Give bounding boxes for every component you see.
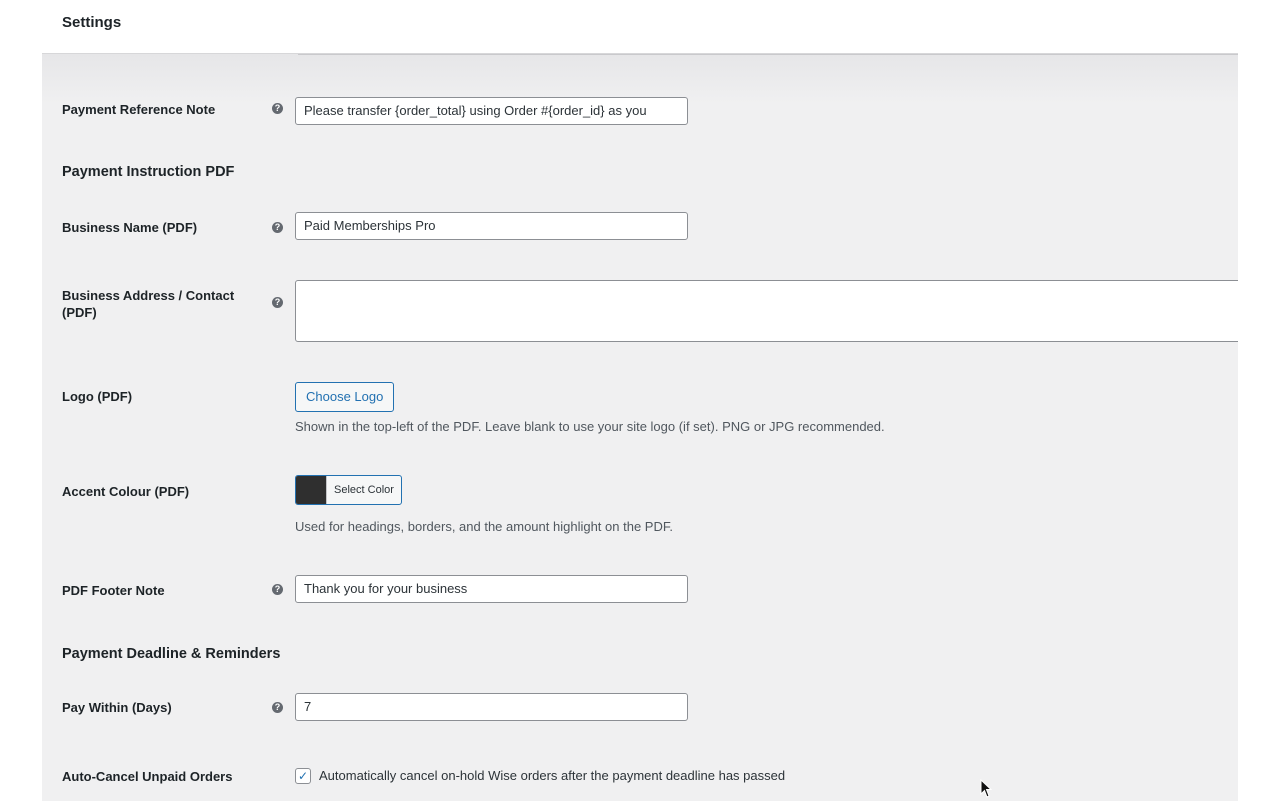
auto-cancel-text: Automatically cancel on-hold Wise orders…: [319, 768, 786, 783]
choose-logo-button[interactable]: Choose Logo: [295, 382, 395, 412]
top-bar: Settings: [0, 0, 1280, 53]
help-icon[interactable]: ?: [272, 297, 283, 308]
pdf-footer-note-input[interactable]: Thank you for your business: [295, 575, 688, 603]
logo-label: Logo (PDF): [62, 389, 133, 404]
settings-panel: Payment Reference Note ? Please transfer…: [42, 53, 1238, 801]
color-picker-button[interactable]: Select Color: [295, 475, 402, 505]
logo-description: Shown in the top-left of the PDF. Leave …: [295, 419, 885, 434]
business-address-label: Business Address / Contact (PDF): [62, 288, 235, 320]
help-icon[interactable]: ?: [272, 584, 283, 595]
help-icon[interactable]: ?: [272, 103, 283, 114]
business-address-textarea[interactable]: [295, 280, 1238, 342]
pay-within-input[interactable]: 7: [295, 693, 688, 721]
accent-colour-label: Accent Colour (PDF): [62, 484, 190, 499]
page-title: Settings: [62, 14, 122, 31]
mouse-pointer-icon: [980, 779, 993, 798]
business-name-label: Business Name (PDF): [62, 220, 198, 235]
color-swatch: [296, 476, 326, 504]
business-name-input[interactable]: Paid Memberships Pro: [295, 212, 688, 240]
pdf-footer-note-label: PDF Footer Note: [62, 583, 165, 598]
help-icon[interactable]: ?: [272, 222, 283, 233]
pay-within-label: Pay Within (Days): [62, 700, 172, 715]
auto-cancel-label: Auto-Cancel Unpaid Orders: [62, 769, 233, 784]
accent-colour-description: Used for headings, borders, and the amou…: [295, 519, 673, 534]
payment-reference-note-input[interactable]: Please transfer {order_total} using Orde…: [295, 97, 688, 125]
select-color-label: Select Color: [326, 476, 401, 504]
section-heading-pdf: Payment Instruction PDF: [62, 164, 235, 180]
auto-cancel-checkbox[interactable]: ✓: [295, 768, 311, 784]
help-icon[interactable]: ?: [272, 702, 283, 713]
section-heading-deadline: Payment Deadline & Reminders: [62, 646, 281, 662]
checkmark-icon: ✓: [297, 769, 309, 783]
payment-reference-note-label: Payment Reference Note: [62, 102, 216, 117]
